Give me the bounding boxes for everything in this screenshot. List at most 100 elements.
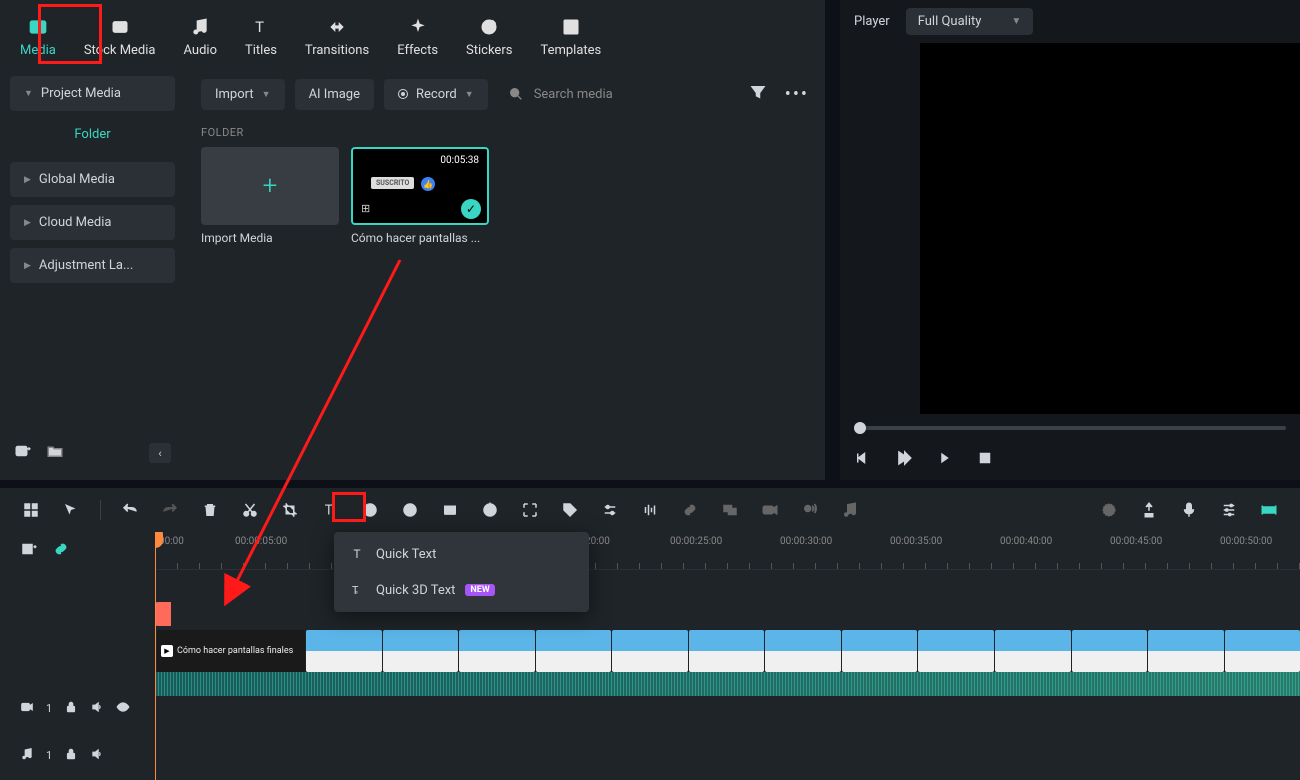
ruler-tick: 00:00:30:00: [780, 536, 832, 547]
tl-crop-icon[interactable]: [279, 499, 301, 521]
sidebar-cloud-media[interactable]: ▶ Cloud Media: [10, 205, 175, 240]
text-dropdown-menu: T Quick Text T³ Quick 3D Text NEW: [334, 532, 589, 612]
tl-color-icon[interactable]: [399, 499, 421, 521]
track-mute-icon[interactable]: [90, 700, 104, 717]
timeline-clip-frame[interactable]: [536, 630, 612, 672]
tl-tag-icon[interactable]: [559, 499, 581, 521]
tl-sliders-icon[interactable]: [599, 499, 621, 521]
media-sidebar: ▼ Project Media Folder ▶ Global Media ▶ …: [0, 66, 185, 480]
tab-media[interactable]: Media: [20, 17, 56, 58]
tab-stock-media[interactable]: Stock Media: [84, 17, 156, 58]
player-viewport[interactable]: [920, 43, 1300, 414]
tl-delete-icon[interactable]: [199, 499, 221, 521]
tl-mic-icon[interactable]: [1178, 499, 1200, 521]
tl-cut-icon[interactable]: [239, 499, 261, 521]
tl-voiceover-icon[interactable]: [799, 499, 821, 521]
track-lock-icon[interactable]: [64, 747, 78, 764]
new-bin-icon[interactable]: [14, 442, 32, 464]
clip-caption: Cómo hacer pantallas ...: [351, 231, 489, 245]
new-folder-icon[interactable]: [46, 442, 64, 464]
tl-audio-eq-icon[interactable]: [639, 499, 661, 521]
tl-link-toggle-icon[interactable]: [52, 540, 70, 562]
tl-redo-icon[interactable]: [159, 499, 181, 521]
record-button[interactable]: Record ▼: [384, 79, 488, 110]
tl-speed-icon[interactable]: [359, 499, 381, 521]
timeline-clip-frame[interactable]: [765, 630, 841, 672]
play-pause-button[interactable]: [894, 448, 914, 468]
player-quality-label: Full Quality: [918, 14, 982, 29]
ai-image-button[interactable]: AI Image: [295, 79, 374, 110]
stop-button[interactable]: [976, 449, 994, 467]
timeline-clip-frame[interactable]: [306, 630, 382, 672]
tab-audio[interactable]: Audio: [184, 17, 217, 58]
tab-templates[interactable]: Templates: [540, 17, 601, 58]
tl-select-icon[interactable]: [60, 499, 82, 521]
tl-undo-icon[interactable]: [119, 499, 141, 521]
search-input[interactable]: Search media: [498, 78, 739, 110]
media-clip-thumbnail[interactable]: 00:05:38 SUSCRITO 👍 ⊞ ✓: [351, 147, 489, 225]
tl-grid-icon[interactable]: [20, 499, 42, 521]
timeline-clip-frame[interactable]: [612, 630, 688, 672]
tl-add-track-icon[interactable]: [20, 540, 38, 562]
tl-keyframe-icon[interactable]: [479, 499, 501, 521]
new-badge: NEW: [465, 584, 494, 596]
collapse-sidebar-button[interactable]: ‹: [149, 443, 171, 463]
tab-titles[interactable]: T Titles: [245, 17, 277, 58]
timeline-clip-frame[interactable]: [1072, 630, 1148, 672]
sidebar-adjustment-layer[interactable]: ▶ Adjustment La...: [10, 248, 175, 283]
tl-music-icon[interactable]: [839, 499, 861, 521]
quick-3d-text-option[interactable]: T³ Quick 3D Text NEW: [334, 572, 589, 608]
chevron-down-icon: ▼: [465, 89, 474, 100]
more-icon[interactable]: •••: [785, 84, 809, 105]
quick-text-option[interactable]: T Quick Text: [334, 536, 589, 572]
prev-frame-button[interactable]: [854, 449, 872, 467]
tl-render-icon[interactable]: [1098, 499, 1120, 521]
video-track[interactable]: ▶ Cómo hacer pantallas finales: [155, 630, 1300, 672]
timeline-clip-frame[interactable]: [1225, 630, 1300, 672]
chevron-down-icon: ▼: [262, 89, 271, 100]
tl-mixer-icon[interactable]: [1218, 499, 1240, 521]
import-button[interactable]: Import ▼: [201, 79, 285, 110]
timeline-clip-frame[interactable]: [842, 630, 918, 672]
tl-marker-icon[interactable]: [1138, 499, 1160, 521]
ruler-tick: 00:00:35:00: [890, 536, 942, 547]
timeline-ruler[interactable]: 00:00 00:00:05:00 20:00 00:00:25:00 00:0…: [155, 532, 1300, 570]
filter-icon[interactable]: [749, 83, 767, 105]
timeline-playhead[interactable]: [155, 532, 156, 780]
timeline-clip-frame[interactable]: [918, 630, 994, 672]
track-lock-icon[interactable]: [64, 700, 78, 717]
timeline-clip-frame[interactable]: [459, 630, 535, 672]
caret-right-icon: ▶: [24, 175, 31, 185]
play-icon: ▶: [161, 645, 173, 657]
tl-link-icon[interactable]: [679, 499, 701, 521]
import-media-card[interactable]: +: [201, 147, 339, 225]
timeline-clip-frame[interactable]: [689, 630, 765, 672]
tab-effects[interactable]: Effects: [397, 17, 438, 58]
tl-text-icon[interactable]: T: [319, 499, 341, 521]
track-mute-icon[interactable]: [90, 747, 104, 764]
tab-transitions[interactable]: Transitions: [305, 17, 369, 58]
timeline-clip-frame[interactable]: [383, 630, 459, 672]
caret-right-icon: ▶: [24, 261, 31, 271]
scrubber-thumb[interactable]: [854, 422, 866, 434]
audio-waveform[interactable]: [155, 672, 1300, 696]
stock-media-icon: [110, 17, 130, 37]
timeline-clip-frame[interactable]: [1148, 630, 1224, 672]
timeline-clip[interactable]: ▶ Cómo hacer pantallas finales: [157, 630, 305, 672]
next-frame-button[interactable]: [936, 449, 954, 467]
timeline-clip-frame[interactable]: [995, 630, 1071, 672]
tl-mask-icon[interactable]: [439, 499, 461, 521]
sidebar-global-media[interactable]: ▶ Global Media: [10, 162, 175, 197]
tl-expand-icon[interactable]: [519, 499, 541, 521]
sidebar-folder-link[interactable]: Folder: [10, 119, 175, 154]
track-visible-icon[interactable]: [116, 700, 130, 717]
player-quality-select[interactable]: Full Quality ▼: [906, 8, 1034, 35]
sidebar-cloud-label: Cloud Media: [39, 215, 112, 230]
tl-overview-icon[interactable]: [1258, 499, 1280, 521]
player-scrubber[interactable]: [840, 414, 1300, 442]
tl-group-icon[interactable]: [719, 499, 741, 521]
tab-stickers[interactable]: Stickers: [466, 17, 512, 58]
sidebar-project-media[interactable]: ▼ Project Media: [10, 76, 175, 111]
tl-camera-icon[interactable]: [759, 499, 781, 521]
timeline-knob[interactable]: [155, 602, 171, 626]
